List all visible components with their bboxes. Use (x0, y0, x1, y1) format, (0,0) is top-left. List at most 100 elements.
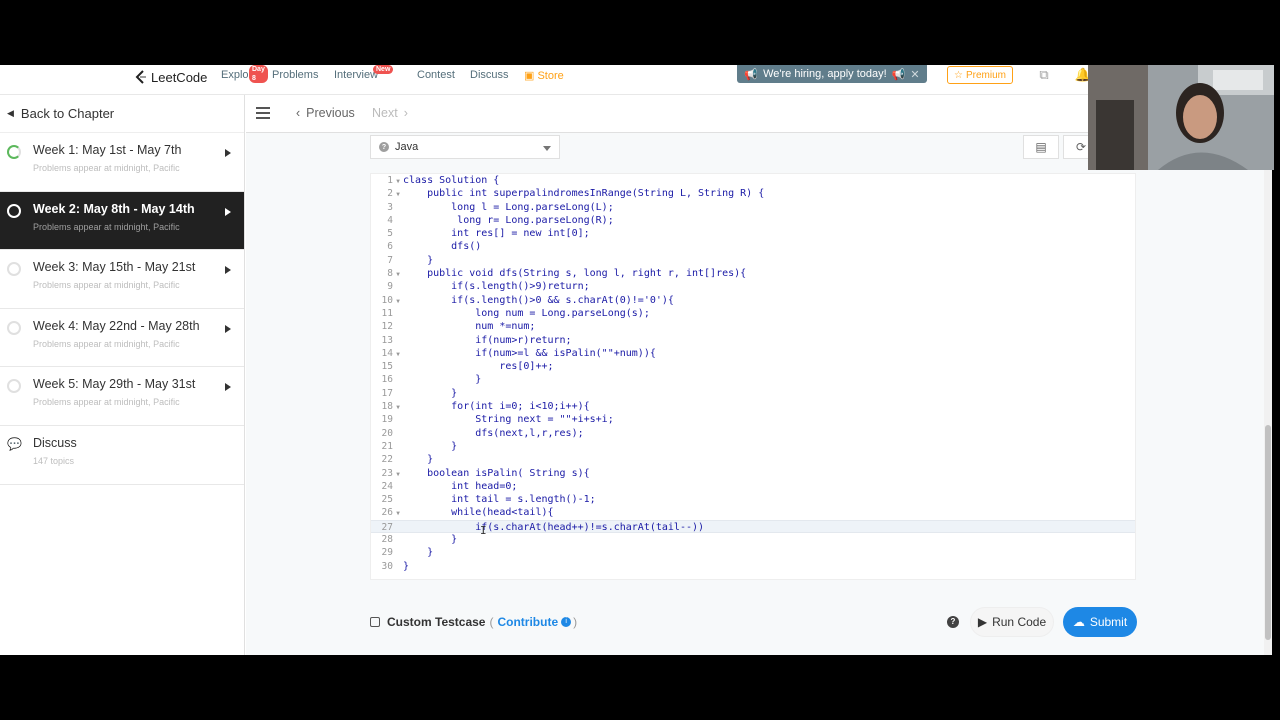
code-line[interactable]: 15 res[0]++; (371, 360, 1135, 373)
code-line[interactable]: 11 long num = Long.parseLong(s); (371, 307, 1135, 320)
document-icon[interactable]: ▤ (1023, 135, 1059, 159)
code-line[interactable]: 6 dfs() (371, 240, 1135, 253)
leetcode-app: LeetCode Explore Day 8 Problems Interview… (0, 65, 1272, 655)
scrollbar-thumb[interactable] (1265, 425, 1271, 640)
code-line[interactable]: 9 if(s.length()>9)return; (371, 280, 1135, 293)
code-text: int res[] = new int[0]; (403, 228, 590, 240)
line-number: 22 (381, 454, 393, 466)
code-text: public int superpalindromesInRange(Strin… (403, 188, 765, 200)
nav-contest[interactable]: Contest (417, 69, 455, 81)
code-line[interactable]: 20 dfs(next,l,r,res); (371, 427, 1135, 440)
code-line[interactable]: 4 long r= Long.parseLong(R); (371, 214, 1135, 227)
code-line[interactable]: 19 String next = ""+i+s+i; (371, 413, 1135, 426)
webcam-image (1088, 65, 1274, 170)
code-line[interactable]: 30} (371, 560, 1135, 573)
code-line[interactable]: 3 long l = Long.parseLong(L); (371, 201, 1135, 214)
language-select[interactable]: ? Java (370, 135, 560, 159)
chapter-week-4[interactable]: Week 4: May 22nd - May 28th Problems app… (0, 309, 244, 368)
code-text: dfs(next,l,r,res); (403, 427, 584, 439)
chapter-sidebar: ◀ Back to Chapter Week 1: May 1st - May … (0, 95, 245, 655)
chapter-week-5[interactable]: Week 5: May 29th - May 31st Problems app… (0, 367, 244, 426)
code-line[interactable]: 10 ▼ if(s.length()>0 && s.charAt(0)!='0')… (371, 294, 1135, 307)
premium-button[interactable]: ☆ Premium (947, 66, 1013, 84)
chevron-left-icon: ‹ (296, 106, 301, 120)
line-number: 10 (381, 294, 393, 306)
code-line[interactable]: 26 ▼ while(head<tail){ (371, 506, 1135, 519)
progress-ring-icon (7, 262, 21, 277)
fold-icon[interactable]: ▼ (393, 175, 403, 188)
question-icon: ? (379, 142, 389, 152)
code-text: public void dfs(String s, long l, right … (403, 268, 747, 280)
contribute-link[interactable]: Contribute (497, 615, 558, 629)
submit-button[interactable]: ☁ Submit (1063, 607, 1137, 637)
star-icon: ☆ (954, 69, 963, 81)
leetcode-logo-icon (135, 70, 146, 84)
hiring-banner[interactable]: 📢 We're hiring, apply today! 📢 ✕ (737, 65, 927, 83)
code-line[interactable]: 1 ▼ class Solution { (371, 174, 1135, 187)
line-number: 13 (381, 334, 393, 346)
code-line[interactable]: 17 } (371, 387, 1135, 400)
megaphone-icon: 📢 (744, 68, 759, 81)
chapter-discuss[interactable]: 💬 Discuss 147 topics (0, 426, 244, 485)
code-line[interactable]: 14 ▼ if(num>=l && isPalin(""+num)){ (371, 347, 1135, 360)
chapter-week-2[interactable]: Week 2: May 8th - May 14th Problems appe… (0, 191, 244, 251)
menu-icon[interactable] (256, 107, 270, 119)
code-line[interactable]: 25 int tail = s.length()-1; (371, 493, 1135, 506)
code-line[interactable]: 18 ▼ for(int i=0; i<10;i++){ (371, 400, 1135, 413)
code-text: int head=0; (403, 480, 518, 492)
line-number: 18 (381, 401, 393, 413)
code-line[interactable]: 22 } (371, 453, 1135, 466)
leetcode-logo[interactable]: LeetCode (135, 67, 207, 87)
fold-icon[interactable]: ▼ (393, 268, 403, 281)
code-text: int tail = s.length()-1; (403, 494, 596, 506)
playground-icon[interactable]: ⧉ (1035, 67, 1053, 83)
code-text: String next = ""+i+s+i; (403, 414, 614, 426)
comment-icon: 💬 (7, 436, 22, 451)
fold-icon[interactable]: ▼ (393, 507, 403, 520)
chapter-week-3[interactable]: Week 3: May 15th - May 21st Problems app… (0, 250, 244, 309)
line-number: 23 (381, 467, 393, 479)
code-line[interactable]: 2 ▼ public int superpalindromesInRange(St… (371, 187, 1135, 200)
caret-right-icon (225, 207, 231, 216)
line-number: 6 (387, 241, 393, 253)
code-line[interactable]: 8 ▼ public void dfs(String s, long l, rig… (371, 267, 1135, 280)
code-line[interactable]: 23 ▼ boolean isPalin( String s){ (371, 467, 1135, 480)
custom-testcase-checkbox[interactable] (370, 617, 380, 627)
code-line[interactable]: 13 if(num>r)return; (371, 334, 1135, 347)
code-line[interactable]: 12 num *=num; (371, 320, 1135, 333)
code-line[interactable]: 21 } (371, 440, 1135, 453)
fold-icon[interactable]: ▼ (393, 401, 403, 414)
progress-ring-icon (7, 320, 21, 335)
fold-icon[interactable]: ▼ (393, 348, 403, 361)
code-line[interactable]: 7 } (371, 254, 1135, 267)
close-icon[interactable]: ✕ (910, 68, 919, 81)
code-line[interactable]: 29 } (371, 546, 1135, 559)
chapter-week-1[interactable]: Week 1: May 1st - May 7th Problems appea… (0, 133, 244, 192)
line-number: 15 (381, 361, 393, 373)
nav-problems[interactable]: Problems (272, 69, 318, 81)
progress-ring-icon (7, 145, 21, 159)
code-line[interactable]: 16 } (371, 373, 1135, 386)
line-number: 11 (381, 307, 393, 319)
nav-store[interactable]: ▣ Store (524, 69, 564, 82)
code-editor[interactable]: 1 ▼ class Solution {2 ▼ public int superpal… (370, 173, 1136, 580)
back-to-chapter-button[interactable]: ◀ Back to Chapter (0, 95, 244, 133)
line-number: 16 (381, 374, 393, 386)
caret-right-icon (225, 266, 231, 275)
help-icon[interactable]: ? (947, 616, 959, 628)
webcam-overlay (1088, 65, 1274, 170)
nav-explore[interactable]: Explore Day 8 (221, 65, 268, 83)
line-number: 19 (381, 414, 393, 426)
next-button[interactable]: Next › (372, 106, 408, 120)
code-line[interactable]: 5 int res[] = new int[0]; (371, 227, 1135, 240)
fold-icon[interactable]: ▼ (393, 188, 403, 201)
nav-interview[interactable]: Interview New (334, 65, 394, 81)
fold-icon[interactable]: ▼ (393, 295, 403, 308)
run-code-button[interactable]: ▶ Run Code (970, 607, 1054, 637)
line-number: 21 (381, 440, 393, 452)
nav-discuss[interactable]: Discuss (470, 69, 509, 81)
code-line[interactable]: 24 int head=0; (371, 480, 1135, 493)
code-text: } (403, 534, 458, 546)
previous-button[interactable]: ‹ Previous (296, 106, 355, 120)
fold-icon[interactable]: ▼ (393, 468, 403, 481)
